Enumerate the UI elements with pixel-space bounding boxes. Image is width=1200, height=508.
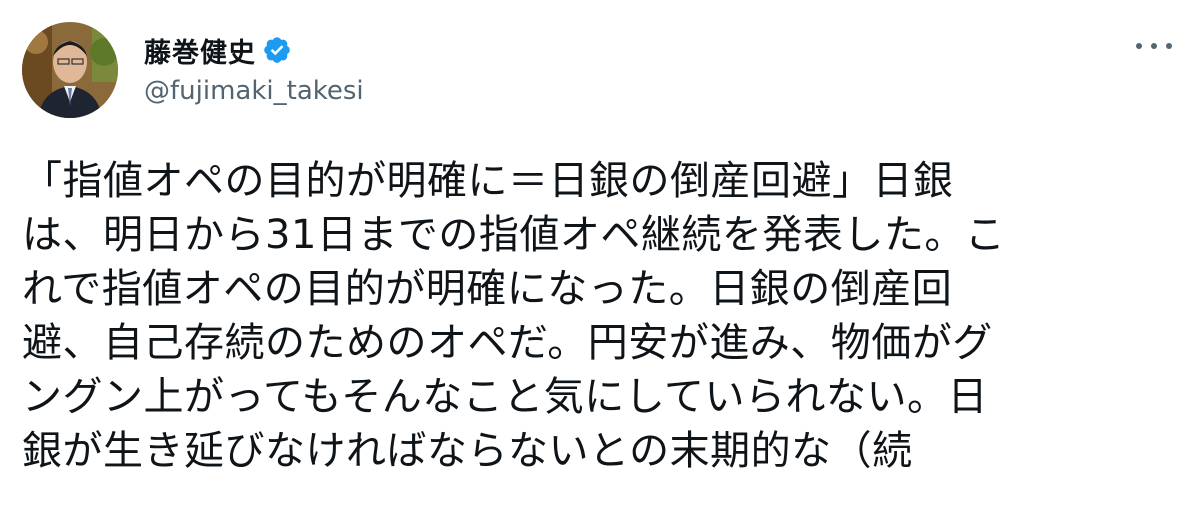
tweet-text-line: れで指値オペの目的が明確になった。日銀の倒産回 [22,266,953,312]
tweet-text-line: 避、自己存続のためのオペだ。円安が進み、物価がグ [22,320,993,366]
author-display-name[interactable]: 藤巻健史 [144,31,256,70]
more-horizontal-icon[interactable] [1136,34,1172,58]
avatar-photo [22,22,118,118]
tweet-text-line: は、明日から31日までの指値オペ継続を発表した。こ [22,212,1006,258]
tweet-text: 「指値オペの目的が明確に＝日銀の倒産回避」日銀 は、明日から31日までの指値オペ… [22,154,1182,478]
author-handle[interactable]: @fujimaki_takesi [144,76,364,106]
author-name-row[interactable]: 藤巻健史 [144,30,292,70]
tweet-text-line: 「指値オペの目的が明確に＝日銀の倒産回避」日銀 [22,158,954,204]
avatar[interactable] [22,22,118,118]
tweet-card: 藤巻健史 @fujimaki_takesi 「指値オペの目的が明確に＝日銀の倒産… [0,0,1200,508]
verified-badge-icon [262,35,292,65]
tweet-text-line: 銀が生き延びなければならないとの末期的な（続 [22,428,913,474]
tweet-text-line: ングン上がってもそんなこと気にしていられない。日 [22,374,988,420]
